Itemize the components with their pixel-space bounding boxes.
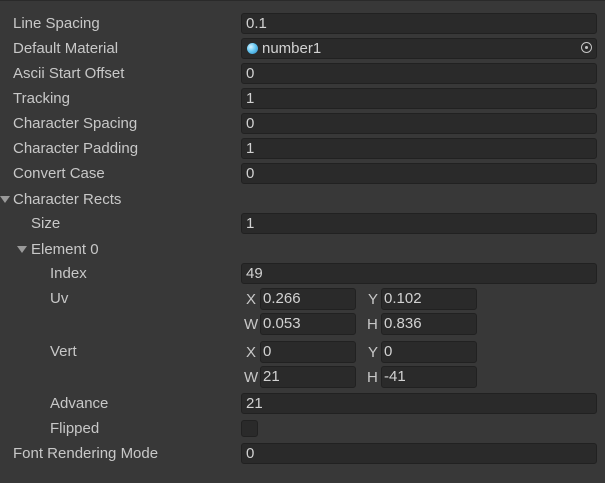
advance-label: Advance [50, 395, 109, 412]
uv-y-label: Y [368, 291, 379, 308]
character-rects-label: Character Rects [13, 191, 122, 208]
tracking-input[interactable]: 1 [241, 88, 597, 109]
uv-w-input[interactable]: 0.053 [260, 313, 356, 335]
vert-x-input[interactable]: 0 [260, 341, 356, 363]
character-padding-input[interactable]: 1 [241, 138, 597, 159]
object-picker-icon[interactable] [581, 42, 592, 53]
character-spacing-label: Character Spacing [13, 115, 138, 132]
character-spacing-row: Character Spacing 0 [0, 112, 605, 137]
inspector-panel: Line Spacing 0.1 Default Material number… [0, 0, 605, 483]
convert-case-label: Convert Case [13, 165, 105, 182]
vert-row-wh: W 21 H -41 [0, 365, 605, 390]
advance-row: Advance 21 [0, 392, 605, 417]
font-rendering-mode-row: Font Rendering Mode 0 [0, 442, 605, 467]
uv-y-input[interactable]: 0.102 [381, 288, 477, 310]
ascii-start-offset-row: Ascii Start Offset 0 [0, 62, 605, 87]
line-spacing-input[interactable]: 0.1 [241, 13, 597, 34]
character-spacing-input[interactable]: 0 [241, 113, 597, 134]
element-0-foldout[interactable]: Element 0 [0, 238, 605, 263]
character-padding-label: Character Padding [13, 140, 139, 157]
vert-h-label: H [367, 369, 378, 386]
uv-x-label: X [246, 291, 257, 308]
ascii-start-offset-label: Ascii Start Offset [13, 65, 125, 82]
advance-input[interactable]: 21 [241, 393, 597, 414]
convert-case-input[interactable]: 0 [241, 163, 597, 184]
convert-case-row: Convert Case 0 [0, 162, 605, 187]
line-spacing-label: Line Spacing [13, 15, 100, 32]
vert-row-xy: Vert X 0 Y 0 [0, 340, 605, 365]
default-material-row: Default Material number1 [0, 37, 605, 62]
line-spacing-row: Line Spacing 0.1 [0, 12, 605, 37]
uv-label: Uv [50, 290, 69, 307]
uv-h-input[interactable]: 0.836 [381, 313, 477, 335]
ascii-start-offset-input[interactable]: 0 [241, 63, 597, 84]
element-0-label: Element 0 [31, 241, 99, 258]
uv-w-label: W [244, 316, 259, 333]
size-row: Size 1 [0, 212, 605, 237]
default-material-object-field[interactable]: number1 [241, 38, 597, 59]
size-label: Size [31, 215, 61, 232]
font-rendering-mode-input[interactable]: 0 [241, 443, 597, 464]
vert-w-input[interactable]: 21 [260, 366, 356, 388]
vert-x-label: X [246, 344, 257, 361]
vert-w-label: W [244, 369, 259, 386]
foldout-arrow-icon[interactable] [17, 246, 27, 253]
index-row: Index 49 [0, 262, 605, 287]
vert-label: Vert [50, 343, 77, 360]
vert-y-input[interactable]: 0 [381, 341, 477, 363]
index-input[interactable]: 49 [241, 263, 597, 284]
default-material-label: Default Material [13, 40, 119, 57]
index-label: Index [50, 265, 87, 282]
vert-y-label: Y [368, 344, 379, 361]
tracking-label: Tracking [13, 90, 70, 107]
uv-row-xy: Uv X 0.266 Y 0.102 [0, 287, 605, 312]
font-rendering-mode-label: Font Rendering Mode [13, 445, 159, 462]
tracking-row: Tracking 1 [0, 87, 605, 112]
uv-row-wh: W 0.053 H 0.836 [0, 312, 605, 337]
material-sphere-icon [247, 43, 258, 54]
flipped-checkbox[interactable] [241, 420, 258, 437]
flipped-row: Flipped [0, 417, 605, 442]
vert-h-input[interactable]: -41 [381, 366, 477, 388]
character-rects-foldout[interactable]: Character Rects [0, 188, 605, 213]
size-input[interactable]: 1 [241, 213, 597, 234]
flipped-label: Flipped [50, 420, 100, 437]
uv-x-input[interactable]: 0.266 [260, 288, 356, 310]
default-material-value: number1 [262, 40, 322, 57]
foldout-arrow-icon[interactable] [0, 196, 10, 203]
character-padding-row: Character Padding 1 [0, 137, 605, 162]
uv-h-label: H [367, 316, 378, 333]
